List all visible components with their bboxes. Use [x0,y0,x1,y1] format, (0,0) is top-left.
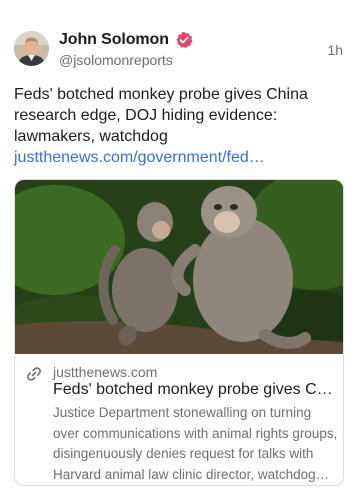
link-preview-card[interactable]: justthenews.com Feds' botched monkey pro… [14,179,344,486]
post-link[interactable]: justthenews.com/government/fed… [14,149,265,166]
author-handle[interactable]: @jsolomonreports [59,52,173,68]
avatar-photo [14,31,49,66]
post-text: Feds' botched monkey probe gives China r… [14,84,346,168]
link-card-image [15,180,343,354]
author-avatar[interactable] [14,31,49,66]
post-body-text: Feds' botched monkey probe gives China r… [14,86,308,145]
verified-badge-icon [176,31,193,49]
author-display-name[interactable]: John Solomon [59,31,169,49]
post-timestamp[interactable]: 1h [327,42,343,58]
link-card-title: Feds' botched monkey probe gives China r… [53,381,337,398]
link-icon [27,367,41,381]
link-card-domain: justthenews.com [53,364,158,380]
post[interactable]: John Solomon @jsolomonreports 1h Feds' b… [0,0,358,500]
link-card-description: Justice Department stonewalling on turni… [53,405,338,482]
